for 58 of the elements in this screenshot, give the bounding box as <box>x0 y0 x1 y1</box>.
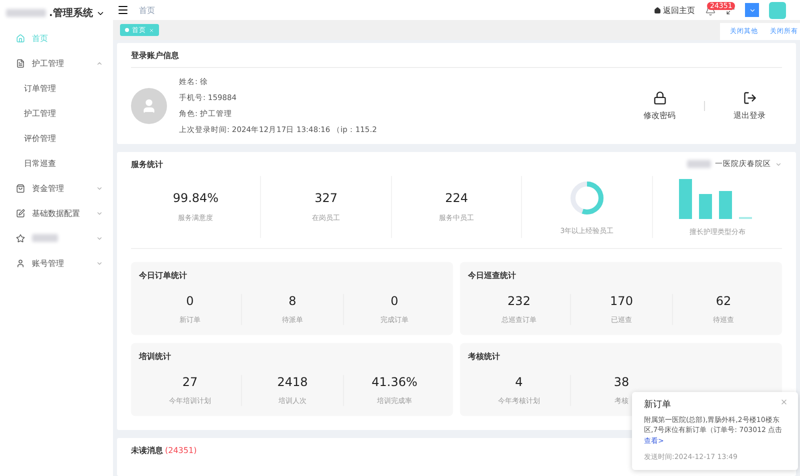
card-title: 未读消息 (24351) <box>131 444 197 456</box>
card-title: 登录账户信息 <box>131 50 179 62</box>
panel-title: 今日巡查统计 <box>468 270 517 282</box>
stat-value: 232 <box>508 294 530 308</box>
stat-value: 38 <box>614 375 630 389</box>
menu-icon[interactable] <box>117 4 129 16</box>
sidebar-item[interactable]: 护工管理 <box>0 51 113 76</box>
stat-value: 170 <box>610 294 633 308</box>
user-avatar[interactable] <box>769 2 786 18</box>
sidebar-subitem[interactable]: 评价管理 <box>0 126 113 151</box>
logout-icon <box>742 91 756 105</box>
blurred-text <box>32 234 58 242</box>
chevron-icon <box>96 185 103 192</box>
sidebar-item[interactable]: 账号管理 <box>0 251 113 276</box>
document-icon <box>16 59 25 68</box>
stat-value: 327 <box>314 191 338 205</box>
stat-value: 41.36% <box>372 375 418 389</box>
breadcrumb: 首页 <box>139 4 155 16</box>
sidebar-item[interactable]: 基础数据配置 <box>0 201 113 226</box>
chevron-icon <box>96 260 103 267</box>
sidebar-subitem[interactable]: 订单管理 <box>0 76 113 101</box>
stat-value: 0 <box>186 294 194 308</box>
stat-value: 99.84% <box>172 191 219 205</box>
chevron-icon <box>775 160 782 168</box>
action-button[interactable]: 修改密码 <box>627 91 692 121</box>
chevron-icon <box>96 235 103 242</box>
bag-icon <box>16 184 25 193</box>
chevron-icon <box>96 60 103 67</box>
dropdown-button[interactable] <box>745 3 759 17</box>
star-icon <box>16 234 25 243</box>
home-icon <box>16 34 25 43</box>
lock-icon <box>652 91 666 105</box>
home-link[interactable]: 返回主页 <box>654 4 695 16</box>
stat-value: 2418 <box>277 375 308 389</box>
chevron-icon <box>748 6 756 14</box>
panel-title: 考核统计 <box>468 350 501 362</box>
chevron-icon <box>96 210 103 217</box>
stat-value: 27 <box>182 375 198 389</box>
home-icon <box>654 6 661 14</box>
stat-value: 224 <box>445 191 468 205</box>
close-icon[interactable] <box>780 398 788 406</box>
panel-title: 培训统计 <box>139 350 172 362</box>
sidebar-item[interactable]: 资金管理 <box>0 176 113 201</box>
panel-title: 今日订单统计 <box>139 270 188 282</box>
user-icon <box>16 259 25 268</box>
notification-title: 新订单 <box>644 398 671 410</box>
stat-value: 8 <box>288 294 296 308</box>
stat-value: 62 <box>716 294 732 308</box>
sidebar-subitem[interactable]: 日常巡查 <box>0 151 113 176</box>
sidebar-subitem[interactable]: 护工管理 <box>0 101 113 126</box>
card-title: 服务统计 <box>131 158 163 170</box>
app-title: .管理系统 <box>49 6 93 20</box>
stat-value: 4 <box>515 375 523 389</box>
action-button[interactable]: 退出登录 <box>717 91 782 121</box>
avatar-icon <box>131 88 167 124</box>
stat-value: 0 <box>390 294 398 308</box>
edit-icon <box>16 209 25 218</box>
logo-icon <box>6 9 46 17</box>
